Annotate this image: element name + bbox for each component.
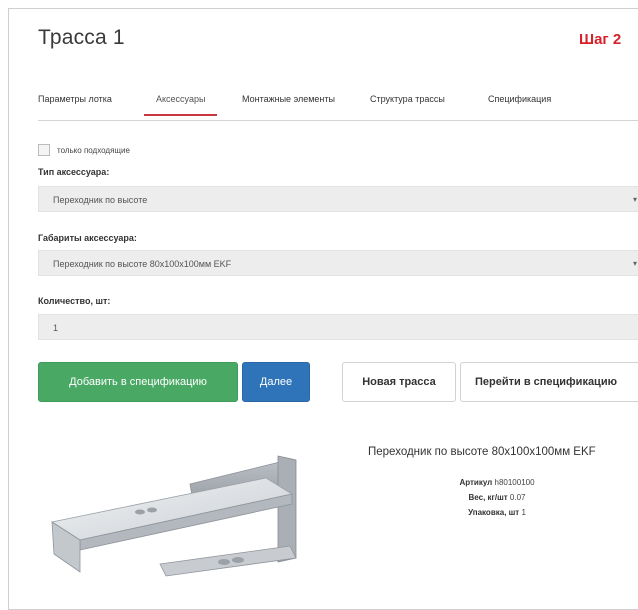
next-button[interactable]: Далее — [242, 362, 310, 402]
tab-accessories[interactable]: Аксессуары — [144, 94, 218, 116]
page-title: Трасса 1 — [38, 26, 125, 49]
accessory-size-select[interactable]: Переходник по высоте 80х100х100мм EKF ▾ — [38, 250, 638, 276]
only-matching-checkbox[interactable] — [38, 144, 50, 156]
tab-route-structure[interactable]: Структура трассы — [370, 94, 445, 104]
tab-mounting-elements[interactable]: Монтажные элементы — [242, 94, 335, 104]
tab-tray-parameters[interactable]: Параметры лотка — [38, 94, 112, 104]
chevron-down-icon: ▾ — [632, 195, 637, 204]
chevron-down-icon: ▾ — [632, 259, 637, 268]
article-label: Артикул — [459, 478, 493, 487]
article-value: h80100100 — [494, 478, 535, 487]
accessory-type-select[interactable]: Переходник по высоте ▾ — [38, 186, 638, 212]
product-image — [50, 455, 297, 577]
step-indicator: Шаг 2 — [579, 31, 622, 48]
quantity-label: Количество, шт: — [38, 296, 111, 306]
product-weight: Вес, кг/шт 0.07 — [372, 493, 622, 502]
product-article: Артикул h80100100 — [372, 478, 622, 487]
product-pack: Упаковка, шт 1 — [372, 508, 622, 517]
tab-specification[interactable]: Спецификация — [488, 94, 551, 104]
quantity-input[interactable]: 1 — [38, 314, 638, 340]
pack-value: 1 — [521, 508, 526, 517]
only-matching-label: только подходящие — [57, 145, 130, 155]
accessory-size-value: Переходник по высоте 80х100х100мм EKF — [53, 259, 232, 269]
accessory-size-label: Габариты аксессуара: — [38, 233, 137, 243]
add-to-specification-button[interactable]: Добавить в спецификацию — [38, 362, 238, 402]
tab-bar: Параметры лотка Аксессуары Монтажные эле… — [38, 88, 638, 121]
go-to-specification-button[interactable]: Перейти в спецификацию — [460, 362, 638, 402]
accessory-type-value: Переходник по высоте — [53, 195, 148, 205]
new-route-button[interactable]: Новая трасса — [342, 362, 456, 402]
weight-label: Вес, кг/шт — [468, 493, 508, 502]
only-matching-filter: только подходящие — [38, 144, 130, 156]
product-name: Переходник по высоте 80х100х100мм EKF — [368, 446, 596, 458]
pack-label: Упаковка, шт — [468, 508, 520, 517]
accessory-type-label: Тип аксессуара: — [38, 167, 110, 177]
weight-value: 0.07 — [509, 493, 526, 502]
quantity-value: 1 — [53, 323, 59, 333]
